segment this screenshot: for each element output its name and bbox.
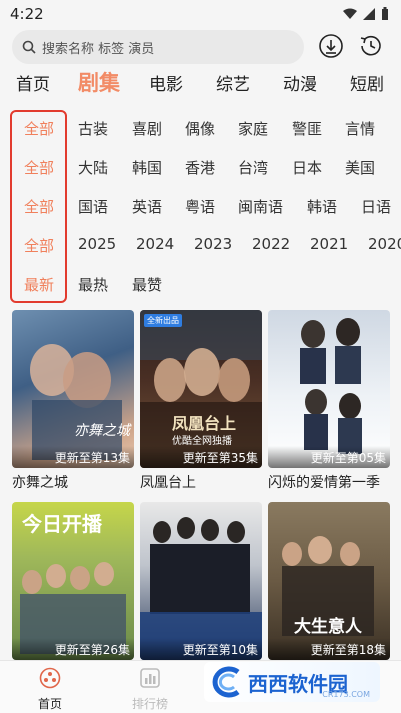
- episode-badge: 更新至第35集: [182, 451, 258, 465]
- filter-option[interactable]: 国语: [78, 196, 108, 217]
- sort-hottest[interactable]: 最热: [78, 274, 108, 295]
- poster-subtitle-art: 优酷全网独播: [172, 436, 232, 447]
- poster-title-art: 凤凰台上: [172, 414, 237, 433]
- tab-home[interactable]: 首页: [16, 70, 50, 95]
- tab-variety[interactable]: 综艺: [216, 70, 250, 95]
- status-time: 4:22: [10, 5, 44, 23]
- filter-option[interactable]: 偶像: [185, 118, 215, 139]
- poster-title-art: 亦舞之城: [74, 423, 130, 439]
- download-icon[interactable]: [318, 33, 344, 59]
- filter-option[interactable]: 台湾: [238, 157, 268, 178]
- watermark-logo: 西西软件园 CR173.COM: [204, 662, 380, 702]
- poster-image: 更新至第05集: [268, 310, 390, 468]
- poster-title-art: 大生意人: [294, 617, 362, 637]
- filter-option[interactable]: 日语: [361, 196, 391, 217]
- poster-image: 今日开播 更新至第26集: [12, 502, 134, 660]
- search-icon: [22, 40, 36, 54]
- filter-option[interactable]: 2021: [310, 235, 348, 253]
- nav-home[interactable]: 首页: [10, 667, 90, 712]
- show-title: 亦舞之城: [12, 475, 68, 491]
- episode-badge: 更新至第10集: [182, 643, 258, 657]
- poster-image: 亦舞之城 更新至第13集: [12, 310, 134, 468]
- home-icon: [39, 667, 61, 689]
- filter-option[interactable]: 家庭: [238, 118, 268, 139]
- filter-option[interactable]: 英语: [132, 196, 162, 217]
- filter-option[interactable]: 2022: [252, 235, 290, 253]
- nav-ranking-label: 排行榜: [131, 697, 168, 711]
- episode-badge: 更新至第13集: [54, 451, 130, 465]
- tab-short[interactable]: 短剧: [350, 70, 384, 95]
- tab-movie[interactable]: 电影: [149, 70, 183, 95]
- poster-title-art: 今日开播: [22, 512, 102, 536]
- chart-icon: [140, 668, 160, 688]
- poster-art: [30, 344, 122, 460]
- status-bar: 4:22: [0, 0, 401, 28]
- filter-option[interactable]: 闽南语: [238, 196, 283, 217]
- episode-badge: 更新至第18集: [310, 643, 386, 657]
- show-title: 闪烁的爱情第一季: [268, 475, 380, 491]
- search-box[interactable]: 搜索名称 标签 演员: [12, 30, 304, 64]
- search-row: 搜索名称 标签 演员: [0, 30, 401, 66]
- tab-anime[interactable]: 动漫: [283, 70, 317, 95]
- filter-option[interactable]: 韩国: [132, 157, 162, 178]
- sort-most-liked[interactable]: 最赞: [132, 274, 162, 295]
- episode-badge: 更新至第05集: [310, 451, 386, 465]
- history-icon[interactable]: [358, 33, 384, 59]
- filter-option[interactable]: 古装: [78, 118, 108, 139]
- poster-image: 大生意人 更新至第18集: [268, 502, 390, 660]
- filter-option[interactable]: 2023: [194, 235, 232, 253]
- status-icons: [343, 7, 389, 21]
- filter-option[interactable]: 喜剧: [132, 118, 162, 139]
- search-input[interactable]: 搜索名称 标签 演员: [42, 38, 154, 57]
- filter-option[interactable]: 香港: [185, 157, 215, 178]
- watermark-subtext: CR173.COM: [322, 690, 370, 699]
- filter-option[interactable]: 韩语: [307, 196, 337, 217]
- category-tabs: 首页 剧集 电影 综艺 动漫 短剧: [0, 70, 401, 104]
- nav-ranking[interactable]: 排行榜: [110, 667, 190, 712]
- battery-icon: [382, 7, 388, 20]
- poster-image: 更新至第10集: [140, 502, 262, 660]
- filter-option[interactable]: 2025: [78, 235, 116, 253]
- show-title: 凤凰台上: [140, 475, 196, 491]
- filter-option[interactable]: 言情: [345, 118, 375, 139]
- poster-art: [140, 517, 262, 660]
- poster-image: 全新出品 凤凰台上 优酷全网独播 更新至第35集: [140, 310, 262, 468]
- selected-filters-highlight: [10, 110, 67, 303]
- wifi-icon: [343, 8, 357, 19]
- signal-icon: [363, 8, 375, 20]
- filter-option[interactable]: 粤语: [185, 196, 215, 217]
- filter-option[interactable]: 美国: [345, 157, 375, 178]
- filter-option[interactable]: 2020: [368, 235, 401, 253]
- filter-option[interactable]: 日本: [292, 157, 322, 178]
- nav-home-label: 首页: [37, 697, 62, 711]
- watermark-emblem: [212, 666, 240, 698]
- new-release-tag: 全新出品: [144, 314, 182, 327]
- episode-badge: 更新至第26集: [54, 643, 130, 657]
- tab-series[interactable]: 剧集: [78, 67, 120, 97]
- filter-option[interactable]: 警匪: [292, 118, 322, 139]
- poster-art: [300, 318, 362, 454]
- filter-option[interactable]: 大陆: [78, 157, 108, 178]
- filter-option[interactable]: 2024: [136, 235, 174, 253]
